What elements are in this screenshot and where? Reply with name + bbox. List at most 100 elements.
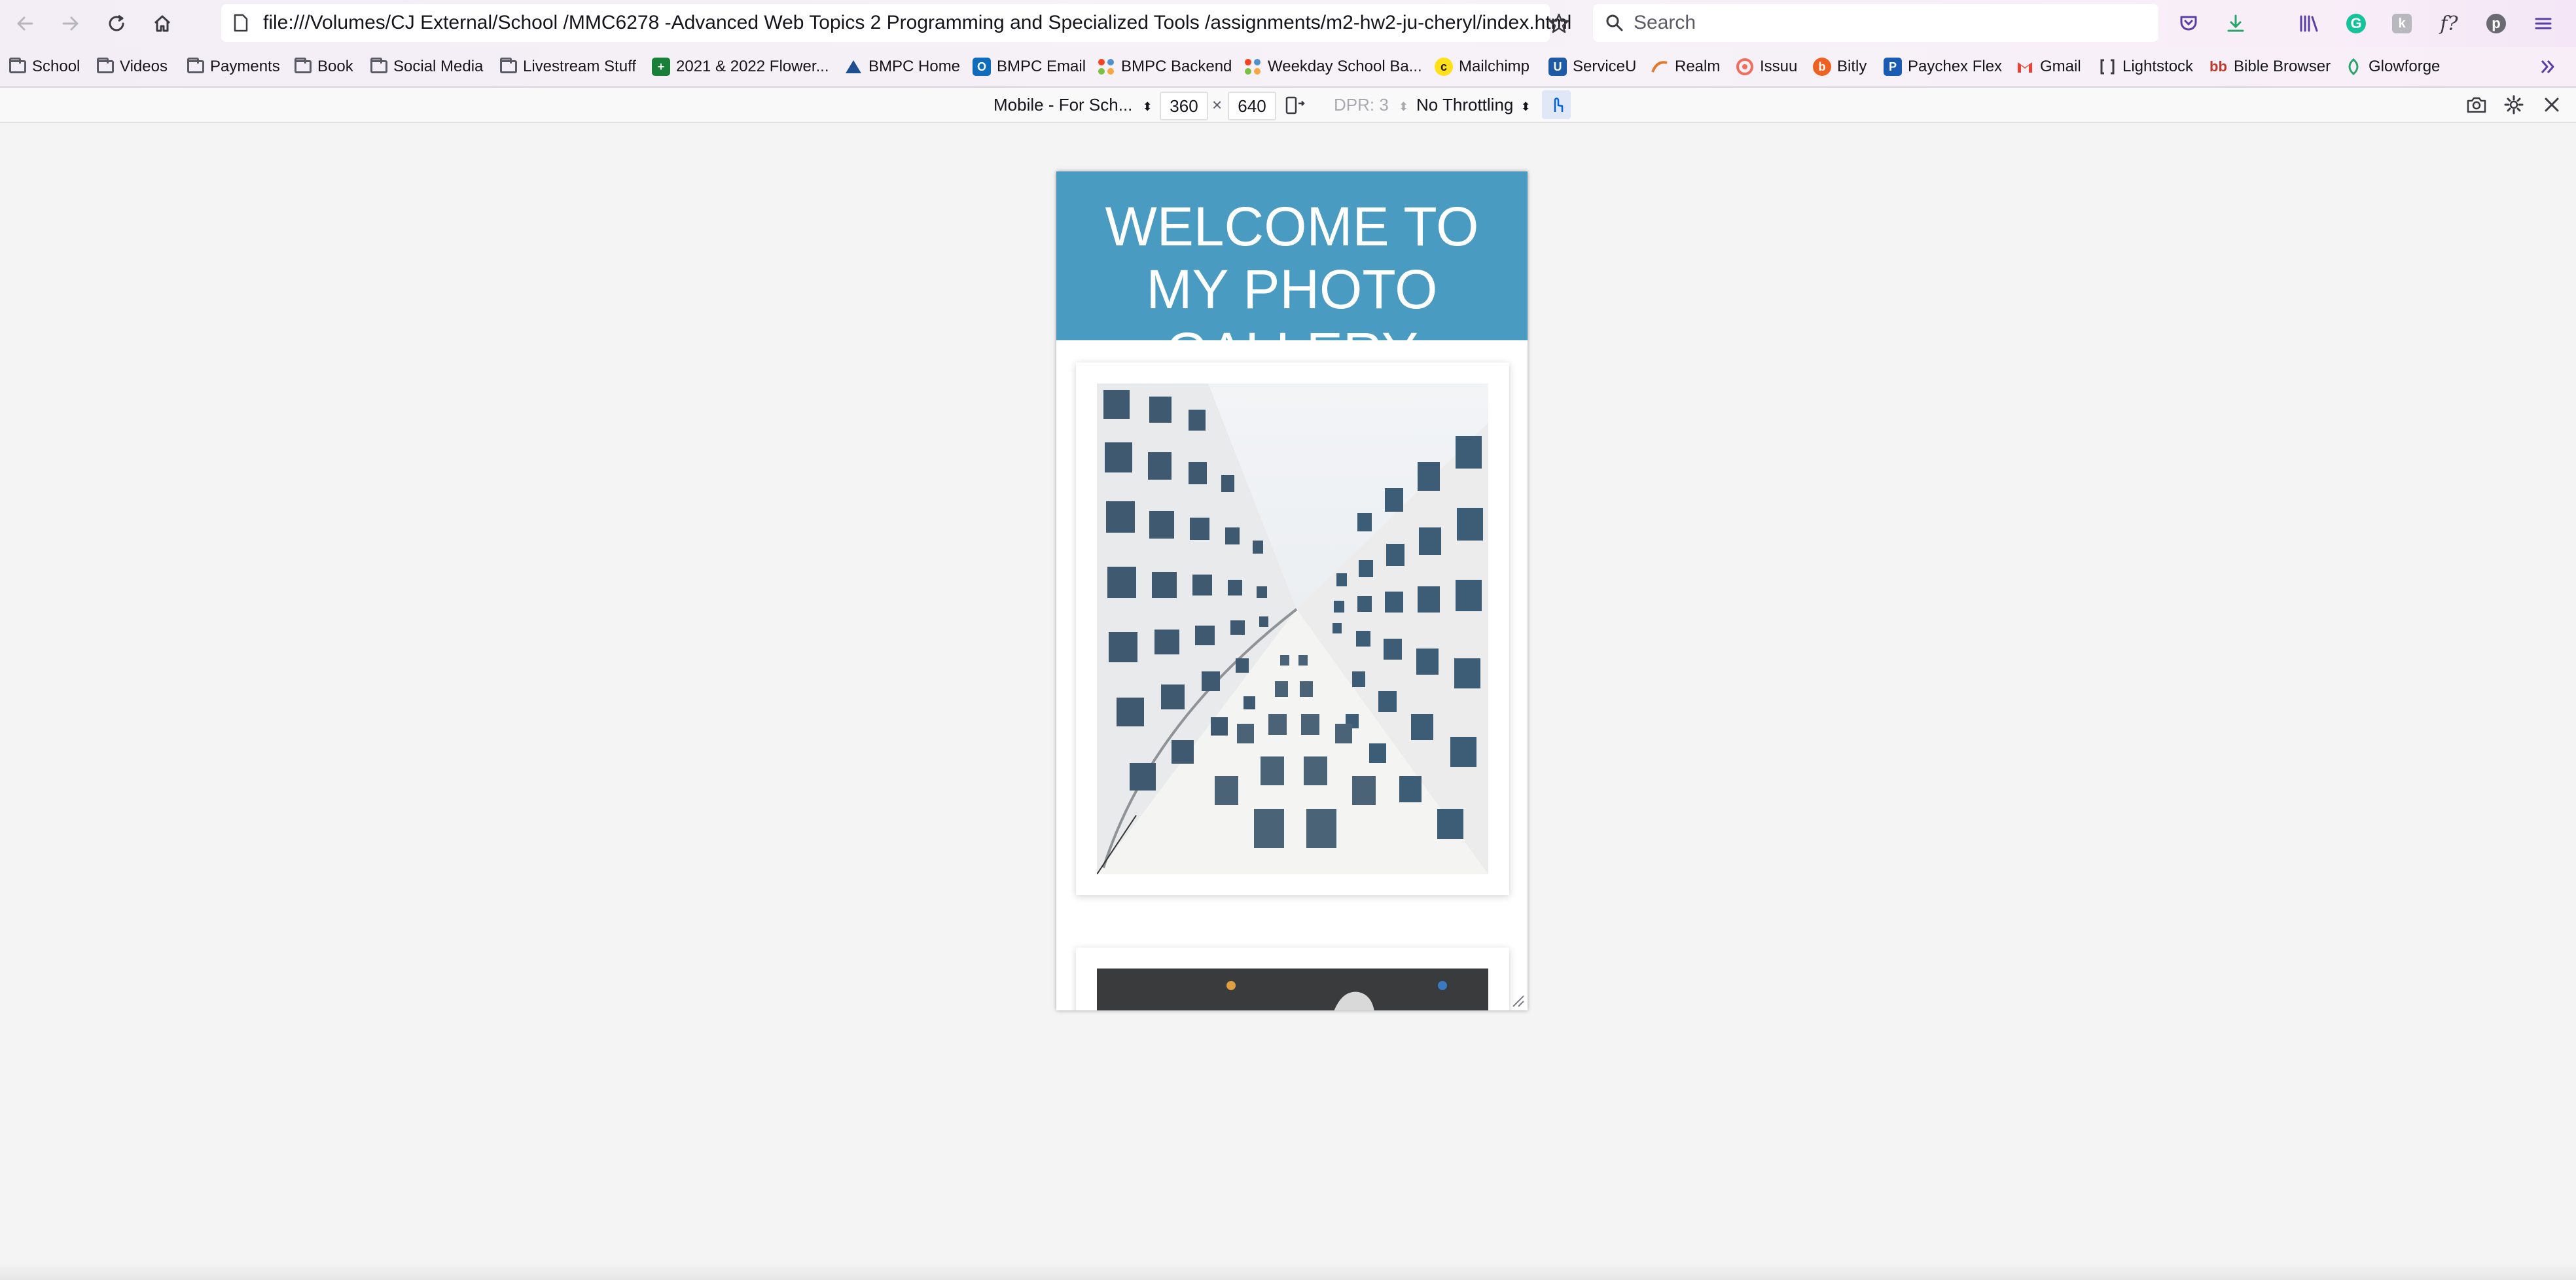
- bookmark-lightstock[interactable]: Lightstock: [2098, 47, 2193, 86]
- bookmark-weekday-school[interactable]: Weekday School Ba...: [1243, 47, 1422, 86]
- extension-k-icon: k: [2392, 14, 2412, 33]
- page-title: WELCOME TO MY PHOTO GALLERY: [1105, 196, 1479, 383]
- pocket-icon: [2180, 16, 2197, 31]
- bookmark-videos[interactable]: Videos: [97, 47, 168, 86]
- bookmark-issuu[interactable]: Issuu: [1736, 47, 1797, 86]
- close-icon: [2545, 98, 2559, 112]
- reload-icon: [109, 14, 124, 31]
- issuu-icon: [1736, 58, 1754, 76]
- bookmark-star-button[interactable]: [1543, 8, 1575, 39]
- bookmark-label: Bitly: [1837, 58, 1867, 75]
- pinterest-button[interactable]: p: [2480, 8, 2512, 39]
- folder-icon: [9, 58, 26, 73]
- bookmark-bmpc-backend[interactable]: BMPC Backend: [1097, 47, 1232, 86]
- mobile-viewport[interactable]: WELCOME TO MY PHOTO GALLERY: [1056, 171, 1528, 1010]
- bookmark-bmpc-home[interactable]: BMPC Home: [844, 47, 960, 86]
- search-bar[interactable]: Search: [1593, 4, 2158, 42]
- touch-simulation-button[interactable]: [1542, 90, 1571, 119]
- select-arrows-icon: ⬍: [1399, 100, 1409, 113]
- bookmark-glowforge[interactable]: Glowforge: [2344, 47, 2440, 86]
- home-button[interactable]: [147, 8, 178, 39]
- search-icon: [1606, 14, 1623, 31]
- realm-icon: [1651, 58, 1669, 76]
- bookmark-label: Mailchimp: [1459, 58, 1530, 75]
- bookmark-flower-sheet[interactable]: +2021 & 2022 Flower...: [652, 47, 829, 86]
- bookmark-label: BMPC Home: [868, 58, 961, 75]
- mailchimp-icon: c: [1435, 58, 1453, 76]
- joomla-icon: [1243, 58, 1262, 76]
- bookmark-livestream-stuff[interactable]: Livestream Stuff: [500, 47, 636, 86]
- bookmark-book[interactable]: Book: [295, 47, 353, 86]
- address-bar[interactable]: file:///Volumes/CJ External/School /MMC6…: [221, 4, 1571, 42]
- gallery-photo-architecture[interactable]: [1097, 383, 1488, 874]
- bookmark-label: Social Media: [393, 58, 484, 75]
- gear-icon: [2504, 95, 2524, 115]
- bookmark-bmpc-email[interactable]: O BMPC Email: [973, 47, 1086, 86]
- select-arrows-icon: ⬍: [1520, 100, 1531, 113]
- bookmark-label: Bible Browser: [2234, 58, 2331, 75]
- dpr-selector[interactable]: DPR: 3 ⬍: [1329, 92, 1414, 118]
- bookmark-label: Realm: [1675, 58, 1721, 75]
- camera-icon: [2467, 97, 2486, 113]
- download-icon: [2227, 14, 2244, 32]
- chevron-double-right-icon: [2541, 60, 2554, 73]
- gallery-photo-second[interactable]: [1097, 969, 1488, 1010]
- bookmark-label: ServiceU: [1573, 58, 1637, 75]
- bookmark-gmail[interactable]: Gmail: [2016, 47, 2081, 86]
- bookmark-serviceu[interactable]: U ServiceU: [1548, 47, 1636, 86]
- bmpc-icon: [844, 58, 863, 76]
- device-selector[interactable]: Mobile - For Sch... ⬍: [988, 92, 1158, 118]
- bookmark-bitly[interactable]: b Bitly: [1813, 47, 1867, 86]
- bookmarks-overflow-button[interactable]: [2538, 47, 2558, 86]
- serviceu-icon: U: [1548, 58, 1567, 76]
- bookmark-realm[interactable]: Realm: [1651, 47, 1720, 86]
- viewport-width-input[interactable]: 360: [1160, 92, 1208, 120]
- bitly-icon: b: [1813, 58, 1831, 76]
- bookmark-label: Issuu: [1760, 58, 1798, 75]
- sheets-icon: +: [652, 58, 670, 76]
- bookmark-paychex-flex[interactable]: P Paychex Flex: [1884, 47, 2002, 86]
- bookmark-label: 2021 & 2022 Flower...: [676, 58, 829, 75]
- menu-button[interactable]: [2528, 8, 2559, 39]
- downloads-button[interactable]: [2220, 8, 2251, 39]
- bookmark-social-media[interactable]: Social Media: [370, 47, 483, 86]
- viewport-height-input[interactable]: 640: [1228, 92, 1276, 120]
- throttling-selector[interactable]: No Throttling ⬍: [1411, 92, 1536, 118]
- font-finder-icon: f?: [2440, 12, 2458, 35]
- gmail-icon: [2016, 58, 2034, 76]
- viewport-resize-handle[interactable]: [1509, 992, 1525, 1008]
- folder-icon: [97, 58, 114, 73]
- url-text: file:///Volumes/CJ External/School /MMC6…: [263, 12, 1572, 33]
- bookmark-payments[interactable]: Payments: [187, 47, 280, 86]
- select-arrows-icon: ⬍: [1142, 100, 1153, 113]
- rotate-viewport-button[interactable]: [1284, 88, 1306, 122]
- back-button[interactable]: [9, 8, 41, 39]
- bible-browser-icon: bb: [2209, 58, 2227, 75]
- bookmark-bible-browser[interactable]: bb Bible Browser: [2209, 47, 2331, 86]
- pocket-button[interactable]: [2173, 8, 2204, 39]
- bookmark-label: BMPC Backend: [1121, 58, 1232, 75]
- folder-icon: [187, 58, 204, 73]
- bookmark-label: BMPC Email: [997, 58, 1086, 75]
- close-rdm-button[interactable]: [2543, 88, 2560, 122]
- library-button[interactable]: [2293, 8, 2325, 39]
- bookmark-mailchimp[interactable]: c Mailchimp: [1435, 47, 1530, 86]
- photo-card: [1076, 948, 1509, 1010]
- forward-button[interactable]: [55, 8, 86, 39]
- star-icon: [1548, 13, 1569, 33]
- bookmark-label: School: [32, 58, 80, 75]
- bookmark-label: Lightstock: [2122, 58, 2194, 75]
- device-selector-value: Mobile - For Sch...: [993, 95, 1133, 115]
- grammarly-extension-button[interactable]: G: [2340, 8, 2372, 39]
- responsive-design-toolbar: Mobile - For Sch... ⬍ 360 × 640 DPR: 3 ⬍…: [0, 88, 2576, 123]
- rdm-settings-button[interactable]: [2504, 88, 2524, 122]
- bookmark-school[interactable]: School: [9, 47, 80, 86]
- screenshot-button[interactable]: [2466, 88, 2487, 122]
- throttling-value: No Throttling: [1416, 95, 1514, 115]
- bookmark-label: Glowforge: [2369, 58, 2441, 75]
- grammarly-icon: G: [2346, 14, 2366, 33]
- extension-k-button[interactable]: k: [2386, 8, 2418, 39]
- font-finder-button[interactable]: f?: [2433, 8, 2465, 39]
- reload-button[interactable]: [101, 8, 132, 39]
- bookmarks-toolbar: School Videos Payments Book Social Media…: [0, 47, 2576, 88]
